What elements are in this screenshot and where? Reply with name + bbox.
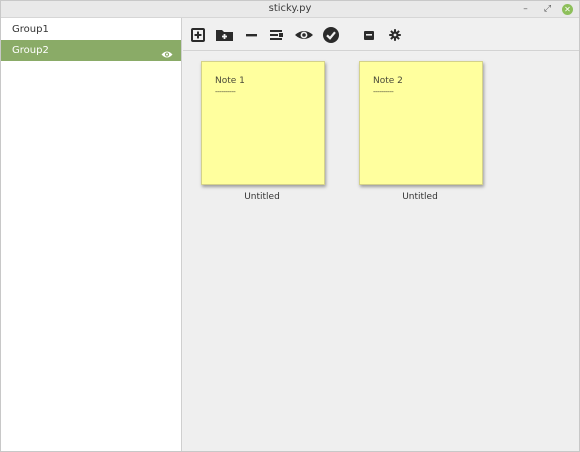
group-label: Group1 xyxy=(12,24,49,35)
note-underline: ---------- xyxy=(373,88,394,96)
plus-square-icon[interactable] xyxy=(189,26,207,44)
minimize-button[interactable]: – xyxy=(520,4,531,15)
note-caption[interactable]: Untitled xyxy=(358,192,482,202)
note-caption[interactable]: Untitled xyxy=(200,192,324,202)
eye-icon[interactable] xyxy=(294,26,313,44)
note-underline: ---------- xyxy=(215,88,236,96)
window-title: sticky.py xyxy=(268,3,312,14)
minus-icon[interactable] xyxy=(243,26,261,44)
archive-icon[interactable] xyxy=(360,26,378,44)
title-bar[interactable]: sticky.py – ⤢ ✕ xyxy=(1,1,579,18)
note-text: Note 2 xyxy=(373,76,403,86)
eye-icon[interactable] xyxy=(161,46,173,67)
note-text: Note 1 xyxy=(215,76,245,86)
group-sidebar: Group1 Group2 xyxy=(1,18,182,451)
sticky-note[interactable]: Note 1 ---------- xyxy=(201,61,325,185)
toolbar xyxy=(183,18,579,51)
group-label: Group2 xyxy=(12,45,49,56)
notes-area: Note 1 ---------- Untitled Note 2 ------… xyxy=(183,52,579,451)
sticky-note[interactable]: Note 2 ---------- xyxy=(359,61,483,185)
text-field-icon[interactable] xyxy=(268,26,286,44)
group-item-group2[interactable]: Group2 xyxy=(1,40,181,61)
gear-icon[interactable] xyxy=(386,26,404,44)
group-item-group1[interactable]: Group1 xyxy=(1,19,181,40)
folder-plus-icon[interactable] xyxy=(215,26,233,44)
app-window: sticky.py – ⤢ ✕ Group1 Group2 Note 1 ---… xyxy=(0,0,580,452)
maximize-button[interactable]: ⤢ xyxy=(542,4,553,15)
check-circle-icon[interactable] xyxy=(322,26,340,44)
close-button[interactable]: ✕ xyxy=(562,4,573,15)
